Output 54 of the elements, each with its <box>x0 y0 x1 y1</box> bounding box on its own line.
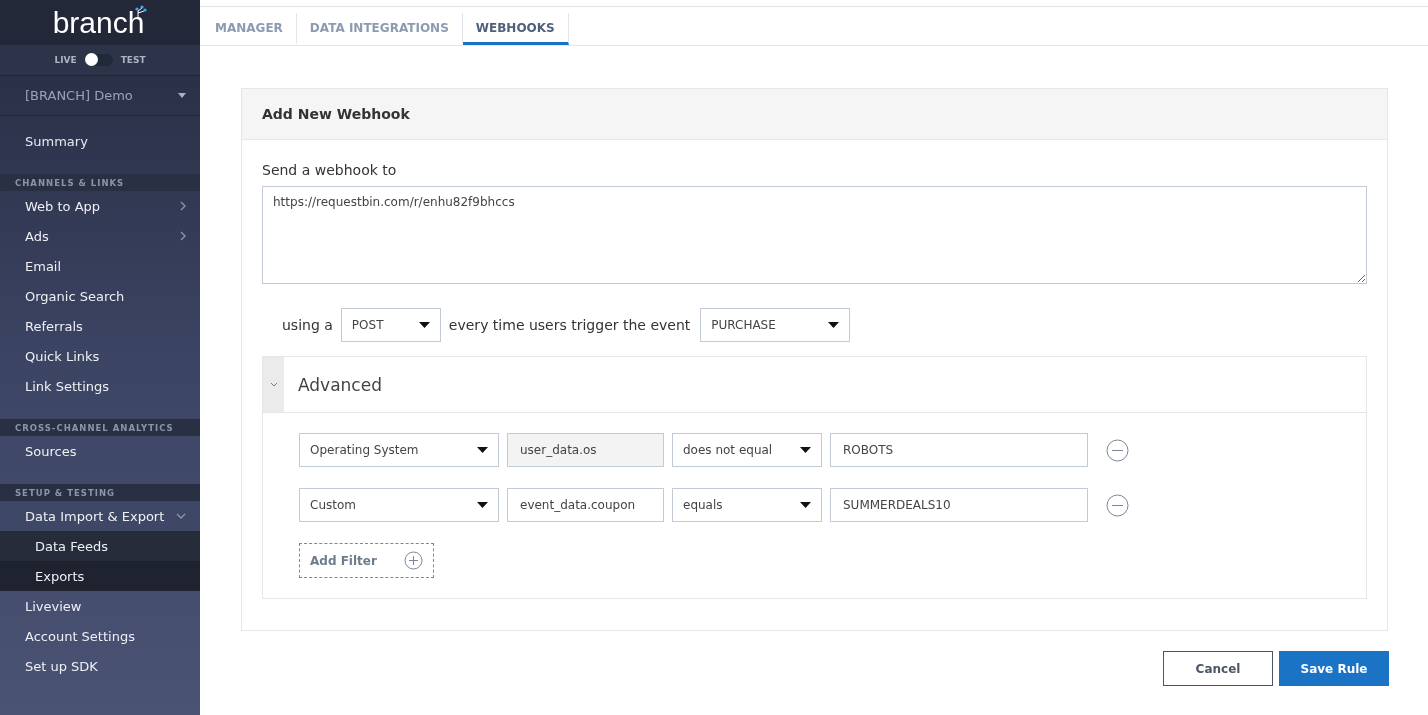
nav-subitem[interactable]: Data Feeds <box>0 531 200 561</box>
nav-item[interactable]: Email <box>0 251 200 281</box>
method-dropdown[interactable]: POST <box>340 308 441 342</box>
nav-subitem[interactable]: Exports <box>0 561 200 591</box>
caret-icon <box>418 322 430 328</box>
remove-icon[interactable] <box>1106 493 1129 517</box>
plus-icon <box>404 551 423 570</box>
logo: branch <box>52 5 148 40</box>
property-dropdown[interactable]: Operating System <box>299 433 499 467</box>
advanced-title: Advanced <box>297 373 382 397</box>
key-field[interactable]: event_data.coupon <box>507 488 664 522</box>
chevron-right-icon <box>180 201 186 211</box>
nav-item[interactable]: Quick Links <box>0 341 200 371</box>
operator-dropdown[interactable]: does not equal <box>672 433 822 467</box>
operator-dropdown[interactable]: equals <box>672 488 822 522</box>
caret-icon <box>178 93 186 98</box>
nav-item[interactable]: Organic Search <box>0 281 200 311</box>
url-label: Send a webhook to <box>262 162 398 178</box>
url-field[interactable]: https://requestbin.com/r/enhu82f9bhccs <box>262 186 1367 284</box>
save-button[interactable]: Save Rule <box>1279 651 1389 686</box>
collapse-toggle[interactable] <box>263 357 284 412</box>
nav-item[interactable]: Link Settings <box>0 371 200 401</box>
nav-item[interactable]: Account Settings <box>0 621 200 651</box>
section-title: CHANNELS & LINKS <box>0 174 200 191</box>
caret-icon <box>477 447 488 453</box>
add-filter-button[interactable]: Add Filter <box>299 543 434 578</box>
chevron-right-icon <box>180 231 186 241</box>
caret-icon <box>800 447 811 453</box>
value-field[interactable]: SUMMERDEALS10 <box>830 488 1088 522</box>
cancel-button[interactable]: Cancel <box>1163 651 1273 686</box>
section-title: CROSS-CHANNEL ANALYTICS <box>0 419 200 436</box>
chevron-down-icon <box>269 382 278 387</box>
section-title: SETUP & TESTING <box>0 484 200 501</box>
event-label: every time users trigger the event <box>448 317 691 333</box>
env-toggle[interactable] <box>84 54 113 66</box>
nav-item[interactable]: Sources <box>0 436 200 466</box>
nav-item[interactable]: Summary <box>0 116 200 166</box>
using-label: using a <box>282 317 333 333</box>
caret-icon <box>477 502 488 508</box>
value-field[interactable]: ROBOTS <box>830 433 1088 467</box>
test-label: TEST <box>120 55 146 65</box>
remove-icon[interactable] <box>1106 438 1129 462</box>
property-dropdown[interactable]: Custom <box>299 488 499 522</box>
caret-icon <box>800 502 811 508</box>
nav-item[interactable]: Liveview <box>0 591 200 621</box>
nav-item[interactable]: Web to App <box>0 191 200 221</box>
nav-item[interactable]: Ads <box>0 221 200 251</box>
card-title: Add New Webhook <box>242 89 1387 140</box>
nav-item[interactable]: Set up SDK <box>0 651 200 681</box>
live-label: LIVE <box>54 55 77 65</box>
caret-icon <box>828 322 840 328</box>
event-dropdown[interactable]: PURCHASE <box>700 308 851 342</box>
nav-item[interactable]: Referrals <box>0 311 200 341</box>
tab[interactable]: WEBHOOKS <box>462 13 569 45</box>
